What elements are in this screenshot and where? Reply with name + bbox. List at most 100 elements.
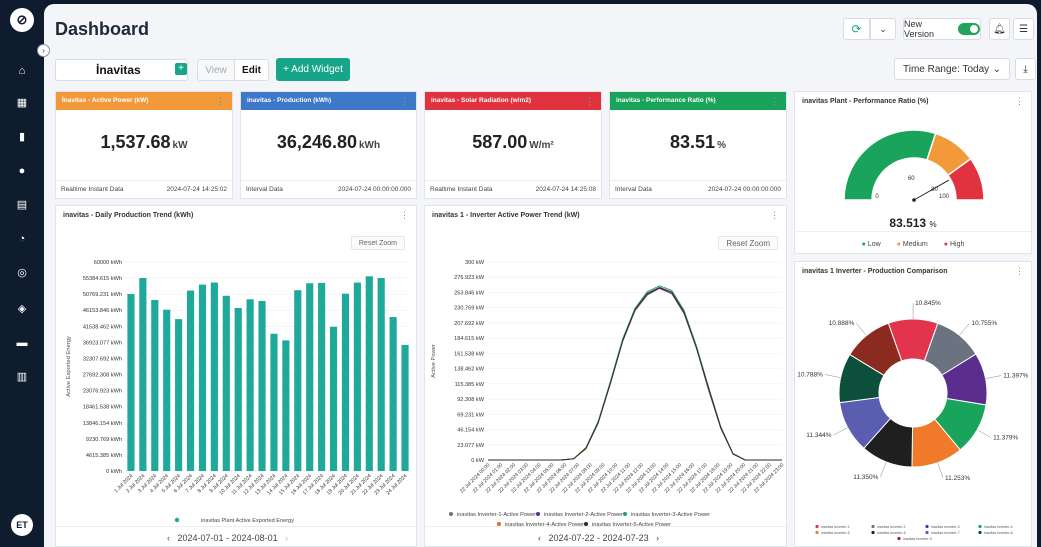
server-icon[interactable]: ▬	[15, 336, 29, 350]
target-icon[interactable]: ◎	[15, 266, 29, 280]
download-icon[interactable]: ⤓	[1015, 58, 1036, 80]
y-tick-label: 46.154 kW	[457, 428, 484, 434]
next-page-icon[interactable]: ›	[656, 533, 659, 543]
bar	[186, 290, 195, 471]
slice-label: 11.350%	[853, 474, 878, 481]
y-tick-label: 55384.615 kWh	[83, 276, 122, 282]
kpi-header: inavitas - Solar Radiation (w/m2) ⋮	[425, 92, 601, 110]
kpi-header: inavitas - Production (kWh) ⋮	[241, 92, 416, 110]
bar	[270, 333, 278, 471]
slice-label: 10.888%	[829, 320, 855, 327]
y-tick-label: 92.308 kW	[457, 397, 484, 403]
add-plant-icon[interactable]: +	[175, 63, 187, 75]
bar-chart-icon[interactable]: ▮	[15, 130, 29, 144]
kpi-footer: Interval Data 2024-07-24 00:00:00.000	[610, 180, 786, 198]
new-version-toggle[interactable]: New Version	[903, 18, 981, 40]
kpi-value: 36,246.80 kWh	[276, 132, 381, 152]
view-button[interactable]: View	[197, 59, 235, 81]
kpi-card-production: inavitas - Production (kWh) ⋮ 36,246.80 kW…	[240, 91, 417, 199]
kpi-title: inavitas - Production (kWh)	[247, 97, 332, 104]
y-tick-label: 60000 kWh	[94, 260, 122, 266]
bar	[258, 301, 266, 471]
plant-select[interactable]: İnavitas	[55, 59, 188, 81]
legend-marker	[536, 512, 540, 516]
chevron-right-icon[interactable]: ›	[37, 44, 50, 57]
map-icon[interactable]: ▥	[15, 370, 29, 384]
gauge-needle-hub	[912, 198, 916, 202]
legend-marker	[449, 512, 453, 516]
y-axis-label: Active Exported Energy	[66, 336, 72, 397]
more-vertical-icon[interactable]: ⋮	[216, 92, 225, 110]
bar	[329, 326, 338, 471]
bell-notification-icon[interactable]: 🔔︎	[989, 18, 1010, 40]
bar	[234, 307, 242, 471]
y-tick-label: 50769.231 kWh	[83, 292, 122, 298]
slice-connector	[856, 322, 867, 336]
grid-icon[interactable]: ▦	[15, 96, 29, 110]
y-tick-label: 23.077 kW	[457, 443, 484, 449]
kpi-title: inavitas - Solar Radiation (w/m2)	[431, 97, 532, 104]
y-tick-label: 115.385 kW	[455, 382, 485, 388]
app-logo-icon[interactable]: ⊘	[10, 8, 34, 32]
daily-production-card: inavitas - Daily Production Trend (kWh) …	[55, 205, 417, 547]
more-vertical-icon[interactable]: ⋮	[400, 92, 409, 110]
slice-connector	[824, 374, 841, 378]
bell-icon[interactable]: ●	[15, 164, 29, 178]
toggle-switch-icon[interactable]	[958, 23, 980, 35]
document-icon[interactable]: ▤	[15, 198, 29, 212]
avatar[interactable]: ET	[11, 514, 33, 536]
slice-label: 10.788%	[797, 371, 823, 378]
chevron-down-icon: ⌄	[992, 63, 1001, 75]
bar	[377, 278, 385, 471]
more-vertical-icon[interactable]: ⋮	[585, 92, 594, 110]
y-tick-label: 230.769 kW	[454, 306, 485, 312]
legend-label: inavitas Inverter-1-Active Power	[457, 512, 536, 518]
bar	[341, 293, 350, 471]
y-tick-label: 46153.846 kWh	[83, 308, 122, 314]
layers-icon[interactable]: ◈	[15, 302, 29, 316]
home-icon[interactable]: ⌂	[15, 64, 29, 78]
add-widget-button[interactable]: + Add Widget	[276, 58, 350, 81]
legend-marker	[815, 530, 819, 535]
legend-marker	[978, 524, 982, 529]
donut-chart: 10.845% 10.755% 11.397% 11.379% 11.253% 11.35…	[797, 300, 1028, 541]
kpi-card-active-power: İnavitas - Active Power (kW) ⋮ 1,537.68 kW…	[55, 91, 233, 199]
main-area: Dashboard ⟳ ⌄ New Version 🔔︎ ☰ İnavitas …	[44, 4, 1037, 547]
y-tick-label: 69.231 kW	[457, 412, 484, 418]
bar	[246, 299, 254, 471]
daily-pager: ‹ 2024-07-01 - 2024-08-01 ›	[167, 533, 288, 543]
time-range-label: Time Range: Today	[903, 63, 990, 75]
series-line	[488, 287, 782, 461]
slice-label: 10.755%	[972, 320, 998, 327]
legend-label: inavitas Inverter-3	[931, 525, 960, 529]
next-page-icon[interactable]: ›	[285, 533, 288, 543]
gauge-tick-label: 0	[875, 194, 879, 200]
kpi-value: 1,537.68 kW	[100, 132, 188, 152]
time-range-select[interactable]: Time Range: Today ⌄	[894, 58, 1010, 80]
refresh-icon[interactable]: ⟳	[843, 18, 870, 40]
inverter-line-chart: 300 kW 276.923 kW 253.846 kW 230.769 kW 207.…	[431, 260, 786, 528]
gauge-card: inavitas Plant - Performance Ratio (%) ⋮…	[794, 91, 1032, 254]
legend-label: inavitas Inverter-6	[877, 531, 906, 535]
slice-connector	[937, 462, 944, 478]
y-tick-label: 9230.769 kWh	[86, 437, 122, 443]
y-tick-label: 207.692 kW	[454, 321, 485, 327]
kpi-card-performance-ratio: inavitas - Performance Ratio (%) ⋮ 83.51%…	[609, 91, 787, 199]
prev-page-icon[interactable]: ‹	[167, 533, 170, 543]
bar	[318, 282, 326, 471]
more-vertical-icon[interactable]: ⋮	[770, 92, 779, 110]
legend-item: ● High	[943, 241, 965, 248]
bar	[222, 295, 230, 471]
edit-button[interactable]: Edit	[234, 59, 269, 81]
chevron-down-icon[interactable]: ⌄	[870, 18, 896, 40]
y-tick-label: 23076.923 kWh	[83, 389, 122, 395]
gauge-icon[interactable]: ◔	[15, 232, 29, 246]
prev-page-icon[interactable]: ‹	[538, 533, 541, 543]
date-range-label: 2024-07-01 - 2024-08-01	[177, 533, 278, 543]
y-tick-label: 300 kW	[465, 260, 485, 266]
settings-sliders-icon[interactable]: ☰	[1013, 18, 1034, 40]
bar	[163, 309, 171, 471]
slice-connector	[833, 427, 848, 436]
slice-label: 11.379%	[993, 435, 1018, 442]
slice-label: 11.253%	[945, 475, 970, 482]
